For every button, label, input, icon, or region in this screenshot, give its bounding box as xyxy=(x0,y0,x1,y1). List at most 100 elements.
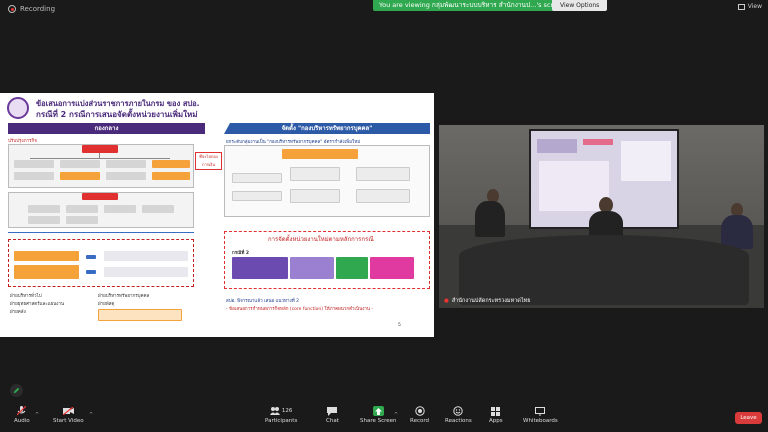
division-unit xyxy=(290,167,340,181)
division-unit xyxy=(290,189,340,203)
apps-icon xyxy=(490,406,501,416)
division-unit xyxy=(232,191,282,201)
share-screen-button[interactable]: Share Screen xyxy=(360,406,397,424)
list-item: ฝ่ายบริหารทรัพยากรบุคคล xyxy=(98,294,150,299)
org-node xyxy=(142,205,174,213)
staffing-box xyxy=(14,265,79,279)
case-step xyxy=(290,257,334,279)
org-node-highlight xyxy=(152,172,190,180)
participants-button[interactable]: 126 Participants xyxy=(265,406,297,424)
staffing-result xyxy=(104,267,188,277)
note-line: สปอ. พิจารณาแล้ว เสนอ แนวทางที่ 2 xyxy=(226,299,299,304)
recording-label: Recording xyxy=(20,5,56,13)
division-unit xyxy=(356,189,410,203)
person xyxy=(475,201,505,237)
org-node xyxy=(28,205,60,213)
list-item: ฝ่ายพัสดุ xyxy=(98,302,115,307)
division-unit xyxy=(356,167,410,181)
org-node xyxy=(60,160,100,168)
participant-video[interactable] xyxy=(439,125,764,308)
apps-button[interactable]: Apps xyxy=(489,406,503,424)
org-node xyxy=(14,172,54,180)
record-button[interactable]: Record xyxy=(410,406,429,424)
case-step xyxy=(370,257,414,279)
slide-subtitle: กรณีที่ 2 กรณีการเสนอจัดตั้งหน่วยงานเพิ่… xyxy=(36,110,198,119)
view-options-button[interactable]: View Options xyxy=(552,0,608,11)
audio-button[interactable]: Audio xyxy=(14,406,30,424)
right-subtitle: ยกระดับกลุ่มงานเป็น "กองบริหารทรัพยากรบุ… xyxy=(226,140,361,145)
conference-table xyxy=(459,235,749,305)
reactions-button[interactable]: Reactions xyxy=(445,406,472,424)
whiteboards-label: Whiteboards xyxy=(523,418,558,424)
view-label: View xyxy=(747,3,762,10)
org-node xyxy=(106,160,146,168)
org-node-highlight xyxy=(60,172,100,180)
meeting-toolbar: Audio ^ Start Video ^ 126 Participants C… xyxy=(0,404,768,432)
note-line: - ข้อเสนอการกำหนดภารกิจหลัก (core functi… xyxy=(226,307,374,312)
org-node-highlight xyxy=(152,160,190,168)
audio-label: Audio xyxy=(14,418,30,424)
share-options-chevron-icon[interactable]: ^ xyxy=(394,412,398,418)
participants-label: Participants xyxy=(265,418,298,424)
video-options-chevron-icon[interactable]: ^ xyxy=(89,412,93,418)
screen-content xyxy=(621,141,671,181)
view-button[interactable]: View xyxy=(737,3,762,10)
right-section-header: จัดตั้ง "กองบริหารทรัพยากรบุคคล" xyxy=(224,123,430,134)
video-off-icon xyxy=(62,406,74,416)
record-label: Record xyxy=(410,418,430,424)
audio-options-chevron-icon[interactable]: ^ xyxy=(35,412,39,418)
org-node xyxy=(28,216,60,224)
case-label: กรณีที่ 2 xyxy=(232,251,249,256)
staffing-comparison xyxy=(8,239,194,287)
leave-button[interactable]: Leave xyxy=(735,412,762,424)
start-video-button[interactable]: Start Video xyxy=(53,406,84,424)
participant-name-label: ● สำนักงานปลัดกระทรวงมหาดไทย xyxy=(444,297,530,305)
whiteboards-button[interactable]: Whiteboards xyxy=(523,406,558,424)
share-screen-label: Share Screen xyxy=(360,418,397,424)
participants-icon: 126 xyxy=(266,406,296,416)
case-step xyxy=(232,257,288,279)
staffing-result xyxy=(104,251,188,261)
list-item: ฝ่ายยุทธศาสตร์และแผนงาน xyxy=(10,302,65,307)
org-node xyxy=(104,205,136,213)
division-unit xyxy=(232,173,282,183)
case-step xyxy=(336,257,368,279)
chat-label: Chat xyxy=(326,418,339,424)
org-node xyxy=(82,145,118,153)
muted-microphone-icon xyxy=(16,406,27,416)
share-screen-icon xyxy=(372,406,384,416)
page-number: 5 xyxy=(398,323,401,328)
participant-count: 126 xyxy=(281,408,293,414)
arrow xyxy=(86,270,96,274)
smiley-icon xyxy=(453,406,464,416)
left-section-header: กองกลาง xyxy=(8,123,205,134)
chat-button[interactable]: Chat xyxy=(326,406,339,424)
note-box xyxy=(98,309,182,321)
annotate-pen-button[interactable] xyxy=(10,384,23,397)
meeting-top-bar: Recording You are viewing กลุ่มพัฒนาระบบ… xyxy=(0,0,768,22)
org-node xyxy=(14,160,54,168)
screen-content xyxy=(583,139,613,145)
start-video-label: Start Video xyxy=(53,418,84,424)
screen-content xyxy=(537,139,577,153)
org-node xyxy=(106,172,146,180)
org-node xyxy=(66,216,98,224)
division-node xyxy=(282,149,358,159)
list-item: ฝ่ายบริหารทั่วไป xyxy=(10,294,42,299)
reactions-label: Reactions xyxy=(445,418,472,424)
list-item: ฝ่ายคลัง xyxy=(10,310,26,315)
whiteboard-icon xyxy=(535,406,546,416)
org-node xyxy=(82,193,118,200)
participant-name: สำนักงานปลัดกระทรวงมหาดไทย xyxy=(451,298,531,304)
pen-icon xyxy=(13,387,20,394)
muted-mic-icon: ● xyxy=(444,298,449,304)
apps-label: Apps xyxy=(489,418,503,424)
recording-icon xyxy=(8,5,16,13)
connector xyxy=(30,158,170,159)
recording-indicator[interactable]: Recording xyxy=(8,5,55,13)
screen-share-banner: You are viewing กลุ่มพัฒนาระบบบริหาร สำน… xyxy=(373,0,572,11)
divider xyxy=(8,232,194,233)
callout-tag: ที่จะไปกองการเงิน xyxy=(195,152,222,170)
case-caption: การจัดตั้งหน่วยงานใหม่ตามหลักการกรณี xyxy=(268,236,374,243)
org-node xyxy=(66,205,98,213)
